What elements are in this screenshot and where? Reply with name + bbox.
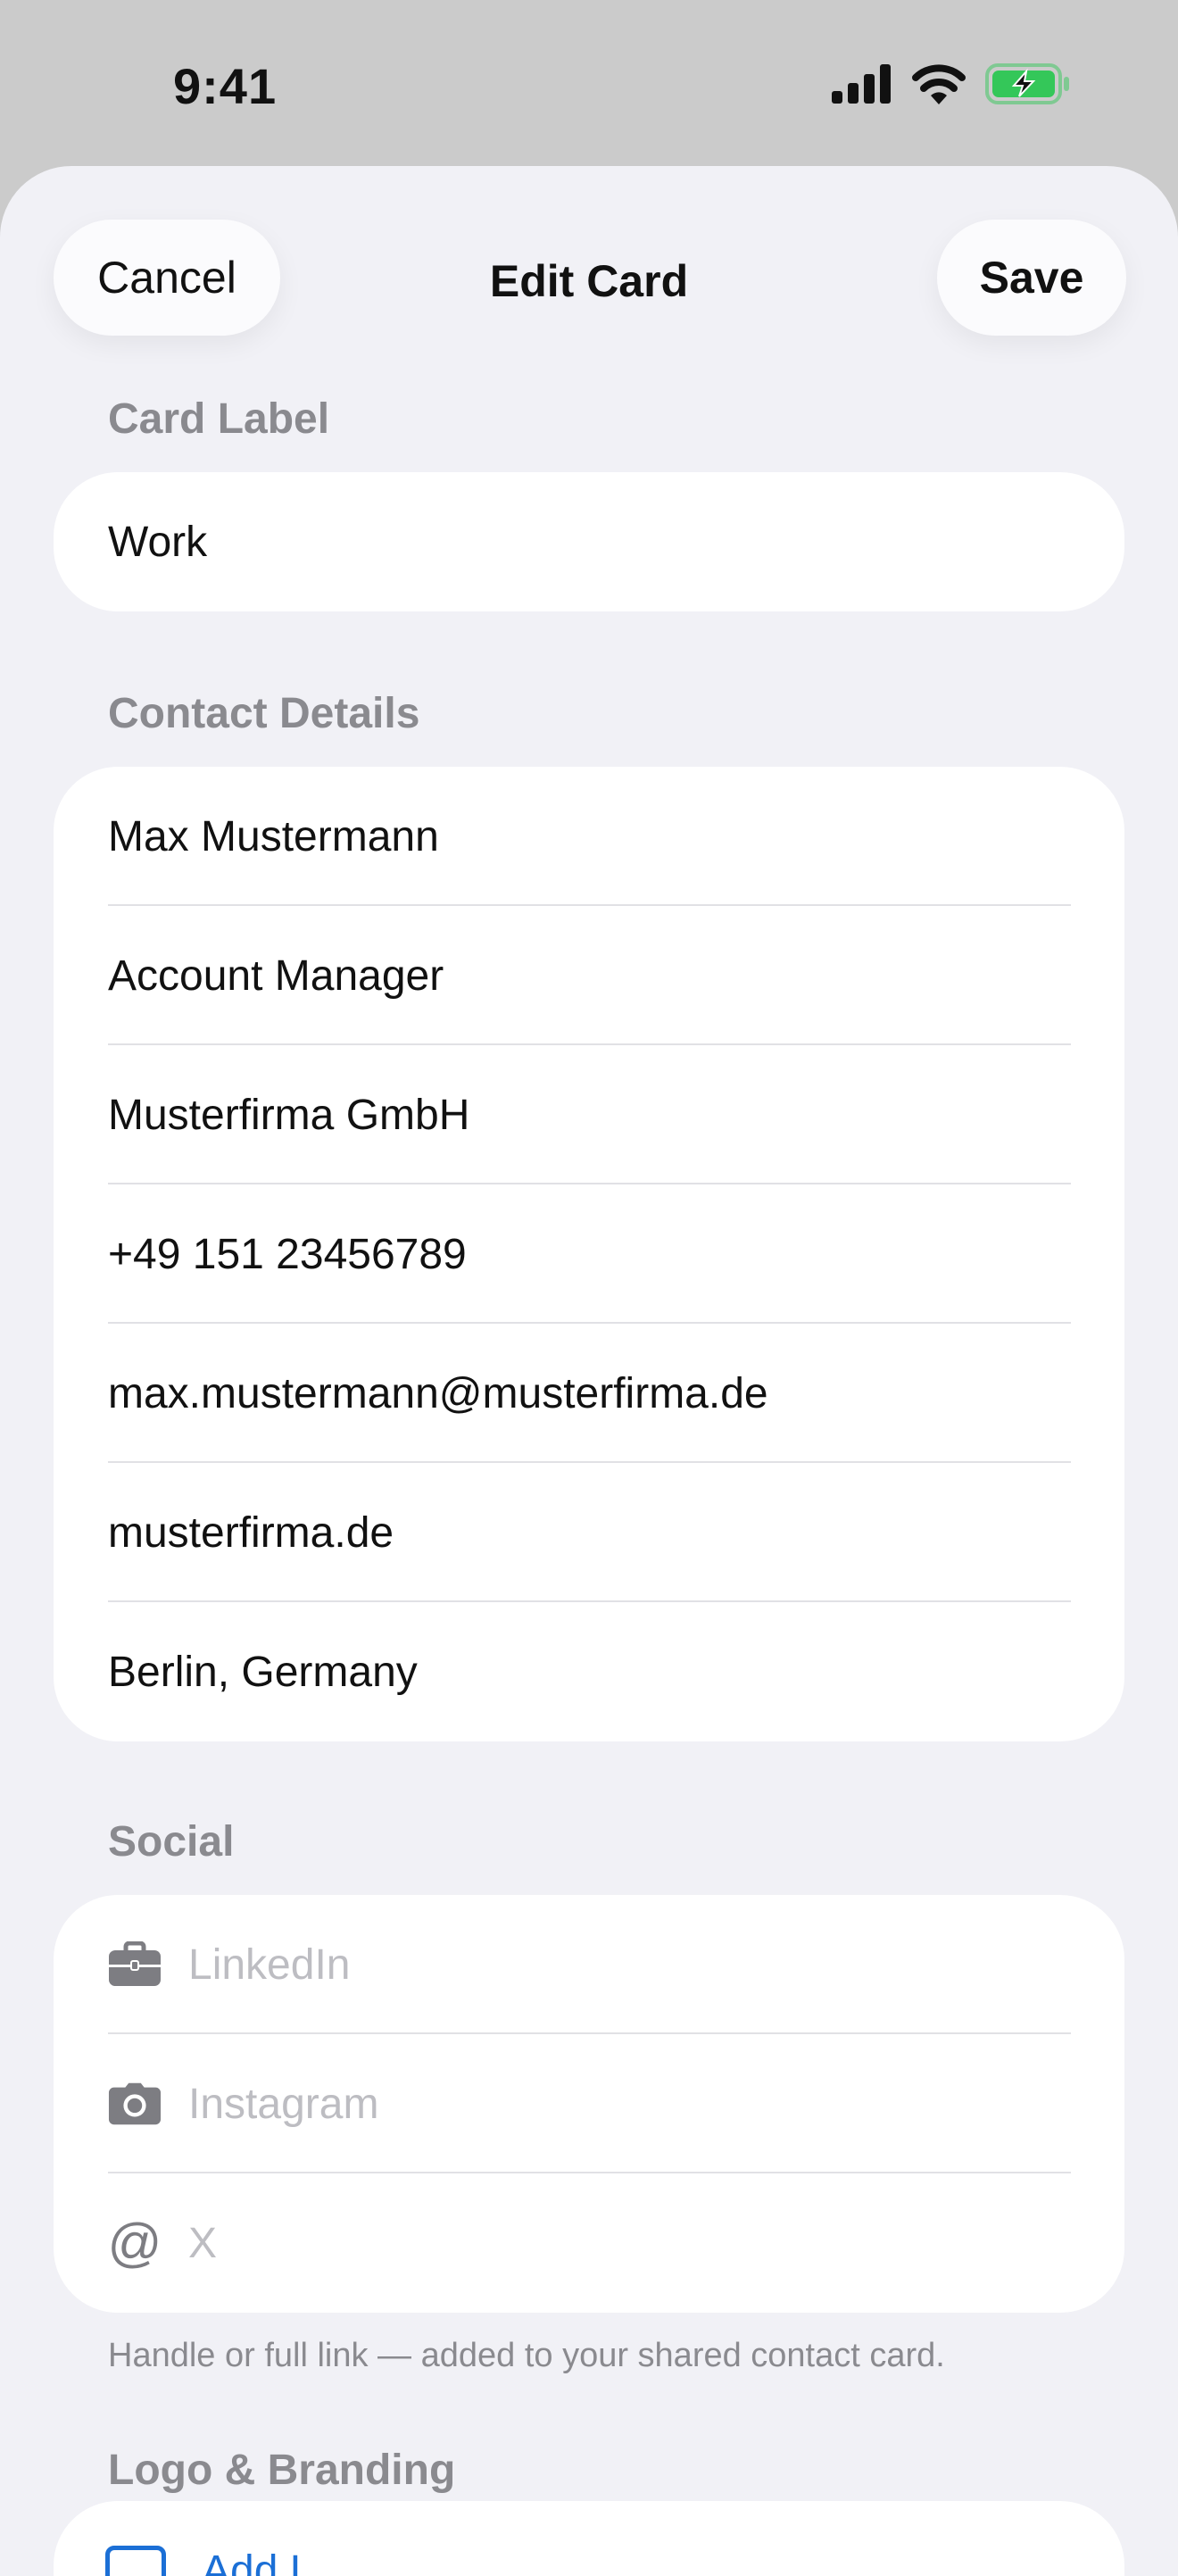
- wifi-icon: [912, 63, 966, 109]
- x-field[interactable]: @ X: [54, 2173, 1124, 2313]
- linkedin-placeholder: LinkedIn: [188, 1940, 350, 1990]
- contact-details-header: Contact Details: [108, 689, 419, 738]
- status-icons: [832, 62, 1071, 110]
- save-button[interactable]: Save: [937, 220, 1126, 336]
- logo-placeholder-icon: [105, 2546, 166, 2576]
- contact-details-group: Max Mustermann Account Manager Musterfir…: [54, 767, 1124, 1741]
- phone-field[interactable]: +49 151 23456789: [54, 1184, 1124, 1324]
- company-field[interactable]: Musterfirma GmbH: [54, 1045, 1124, 1184]
- job-title-field[interactable]: Account Manager: [54, 906, 1124, 1045]
- cellular-signal-icon: [832, 64, 892, 108]
- x-placeholder: X: [188, 2219, 217, 2268]
- name-field[interactable]: Max Mustermann: [54, 767, 1124, 906]
- logo-branding-header: Logo & Branding: [108, 2446, 455, 2495]
- status-bar: 9:41: [0, 0, 1178, 166]
- email-field[interactable]: max.mustermann@musterfirma.de: [54, 1324, 1124, 1463]
- instagram-placeholder: Instagram: [188, 2080, 378, 2129]
- edit-card-sheet: Cancel Edit Card Save Card Label Work Co…: [0, 166, 1178, 2576]
- location-field[interactable]: Berlin, Germany: [54, 1602, 1124, 1741]
- at-sign-icon: @: [108, 2216, 162, 2270]
- social-footnote: Handle or full link — added to your shar…: [108, 2337, 945, 2375]
- card-label-header: Card Label: [108, 395, 329, 444]
- card-label-field[interactable]: Work: [54, 472, 1124, 611]
- add-logo-label: Add L: [202, 2547, 313, 2576]
- linkedin-field[interactable]: LinkedIn: [54, 1895, 1124, 2034]
- social-group: LinkedIn Instagram @ X: [54, 1895, 1124, 2313]
- camera-icon: [108, 2077, 162, 2131]
- status-time: 9:41: [173, 57, 277, 115]
- social-header: Social: [108, 1817, 234, 1866]
- logo-branding-group: Add L: [54, 2501, 1124, 2576]
- instagram-field[interactable]: Instagram: [54, 2034, 1124, 2173]
- add-logo-button[interactable]: Add L: [54, 2501, 1124, 2576]
- battery-charging-icon: [985, 62, 1071, 110]
- card-label-group: Work: [54, 472, 1124, 611]
- website-field[interactable]: musterfirma.de: [54, 1463, 1124, 1602]
- briefcase-icon: [108, 1938, 162, 1991]
